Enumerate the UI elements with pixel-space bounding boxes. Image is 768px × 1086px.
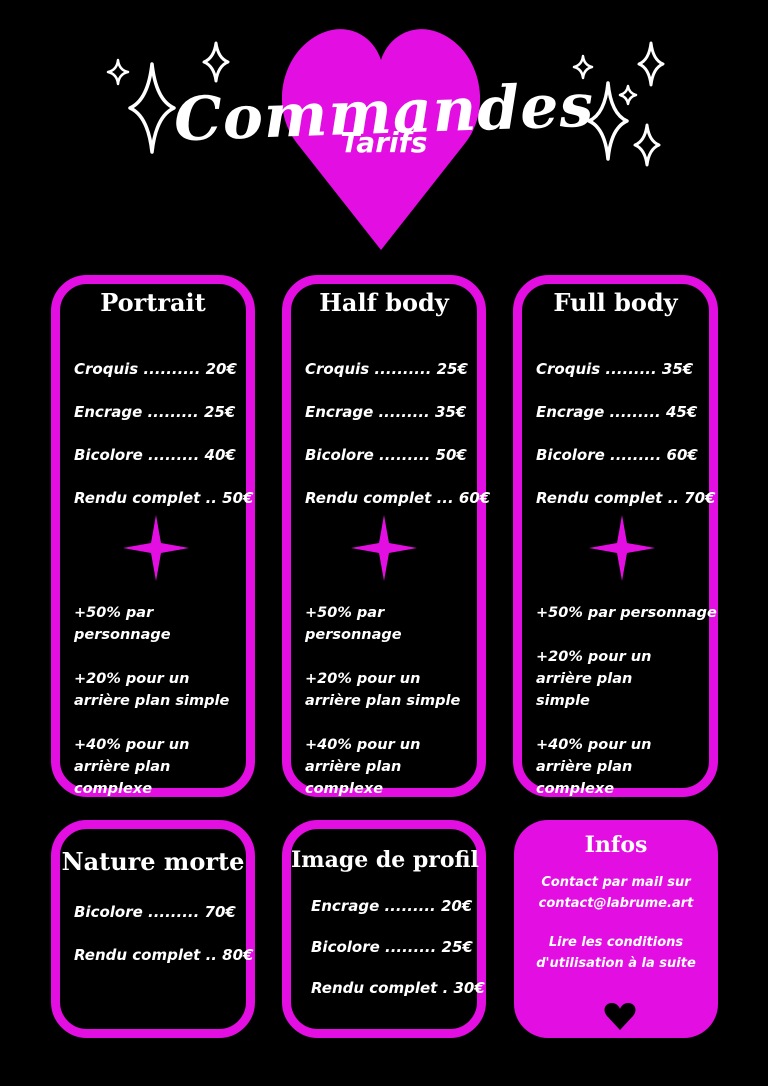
price-row: Bicolore ......... 70€: [74, 903, 236, 921]
extra-line: +40% pour un arrière plan complexe: [536, 737, 652, 797]
price-row: Bicolore ......... 40€: [74, 446, 236, 464]
price-row: Bicolore ......... 50€: [305, 446, 467, 464]
card-title: Full body: [553, 288, 678, 317]
card-title: Nature morte: [61, 847, 245, 876]
card-title: Portrait: [100, 288, 206, 317]
terms-text: d'utilisation à la suite: [536, 956, 696, 971]
pricing-card-nature-morte: Nature morte Bicolore ......... 70€ Rend…: [51, 820, 255, 1038]
price-row: Encrage ......... 20€: [311, 897, 473, 915]
extra-line: +40% pour un arrière plan complexe: [74, 737, 190, 797]
star-icon: [123, 515, 189, 581]
extra-line: +50% par personnage: [74, 605, 171, 643]
price-row: Bicolore ......... 60€: [536, 446, 698, 464]
star-icon: [589, 515, 655, 581]
page-subtitle: Tarifs: [340, 126, 428, 159]
extra-line: +50% par personnage: [305, 605, 402, 643]
price-row: Croquis .......... 25€: [305, 360, 468, 378]
star-icon: [351, 515, 417, 581]
pricing-card-image-profil: Image de profil Encrage ......... 20€ Bi…: [282, 820, 486, 1038]
price-row: Bicolore ......... 25€: [311, 938, 473, 956]
pricing-card-half-body: Half body Croquis .......... 25€ Encrage…: [282, 275, 490, 797]
heart-icon: [604, 1003, 636, 1030]
contact-text: Contact par mail sur: [541, 875, 691, 890]
extra-line: +40% pour un arrière plan complexe: [305, 737, 421, 797]
card-title: Half body: [319, 288, 449, 317]
extra-line: +50% par personnage: [536, 605, 717, 621]
terms-text: Lire les conditions: [548, 935, 684, 950]
pricing-card-portrait: Portrait Croquis .......... 20€ Encrage …: [51, 275, 255, 797]
extra-line: +20% pour un arrière plan simple: [536, 649, 652, 709]
infos-title: Infos: [584, 832, 648, 858]
infos-box: Infos Contact par mail sur contact@labru…: [514, 820, 718, 1038]
price-row: Rendu complet .. 80€: [74, 946, 254, 964]
price-row: Croquis .......... 20€: [74, 360, 237, 378]
extra-line: +20% pour un arrière plan simple: [305, 671, 461, 709]
price-row: Encrage ......... 25€: [74, 403, 236, 421]
pricing-card-full-body: Full body Croquis ......... 35€ Encrage …: [513, 275, 718, 797]
contact-email[interactable]: contact@labrume.art: [514, 893, 718, 914]
card-title: Image de profil: [291, 847, 479, 873]
price-row: Croquis ......... 35€: [536, 360, 694, 378]
price-row: Rendu complet . 30€: [311, 979, 485, 997]
price-row: Encrage ......... 35€: [305, 403, 467, 421]
price-row: Encrage ......... 45€: [536, 403, 698, 421]
extra-line: +20% pour un arrière plan simple: [74, 671, 230, 709]
